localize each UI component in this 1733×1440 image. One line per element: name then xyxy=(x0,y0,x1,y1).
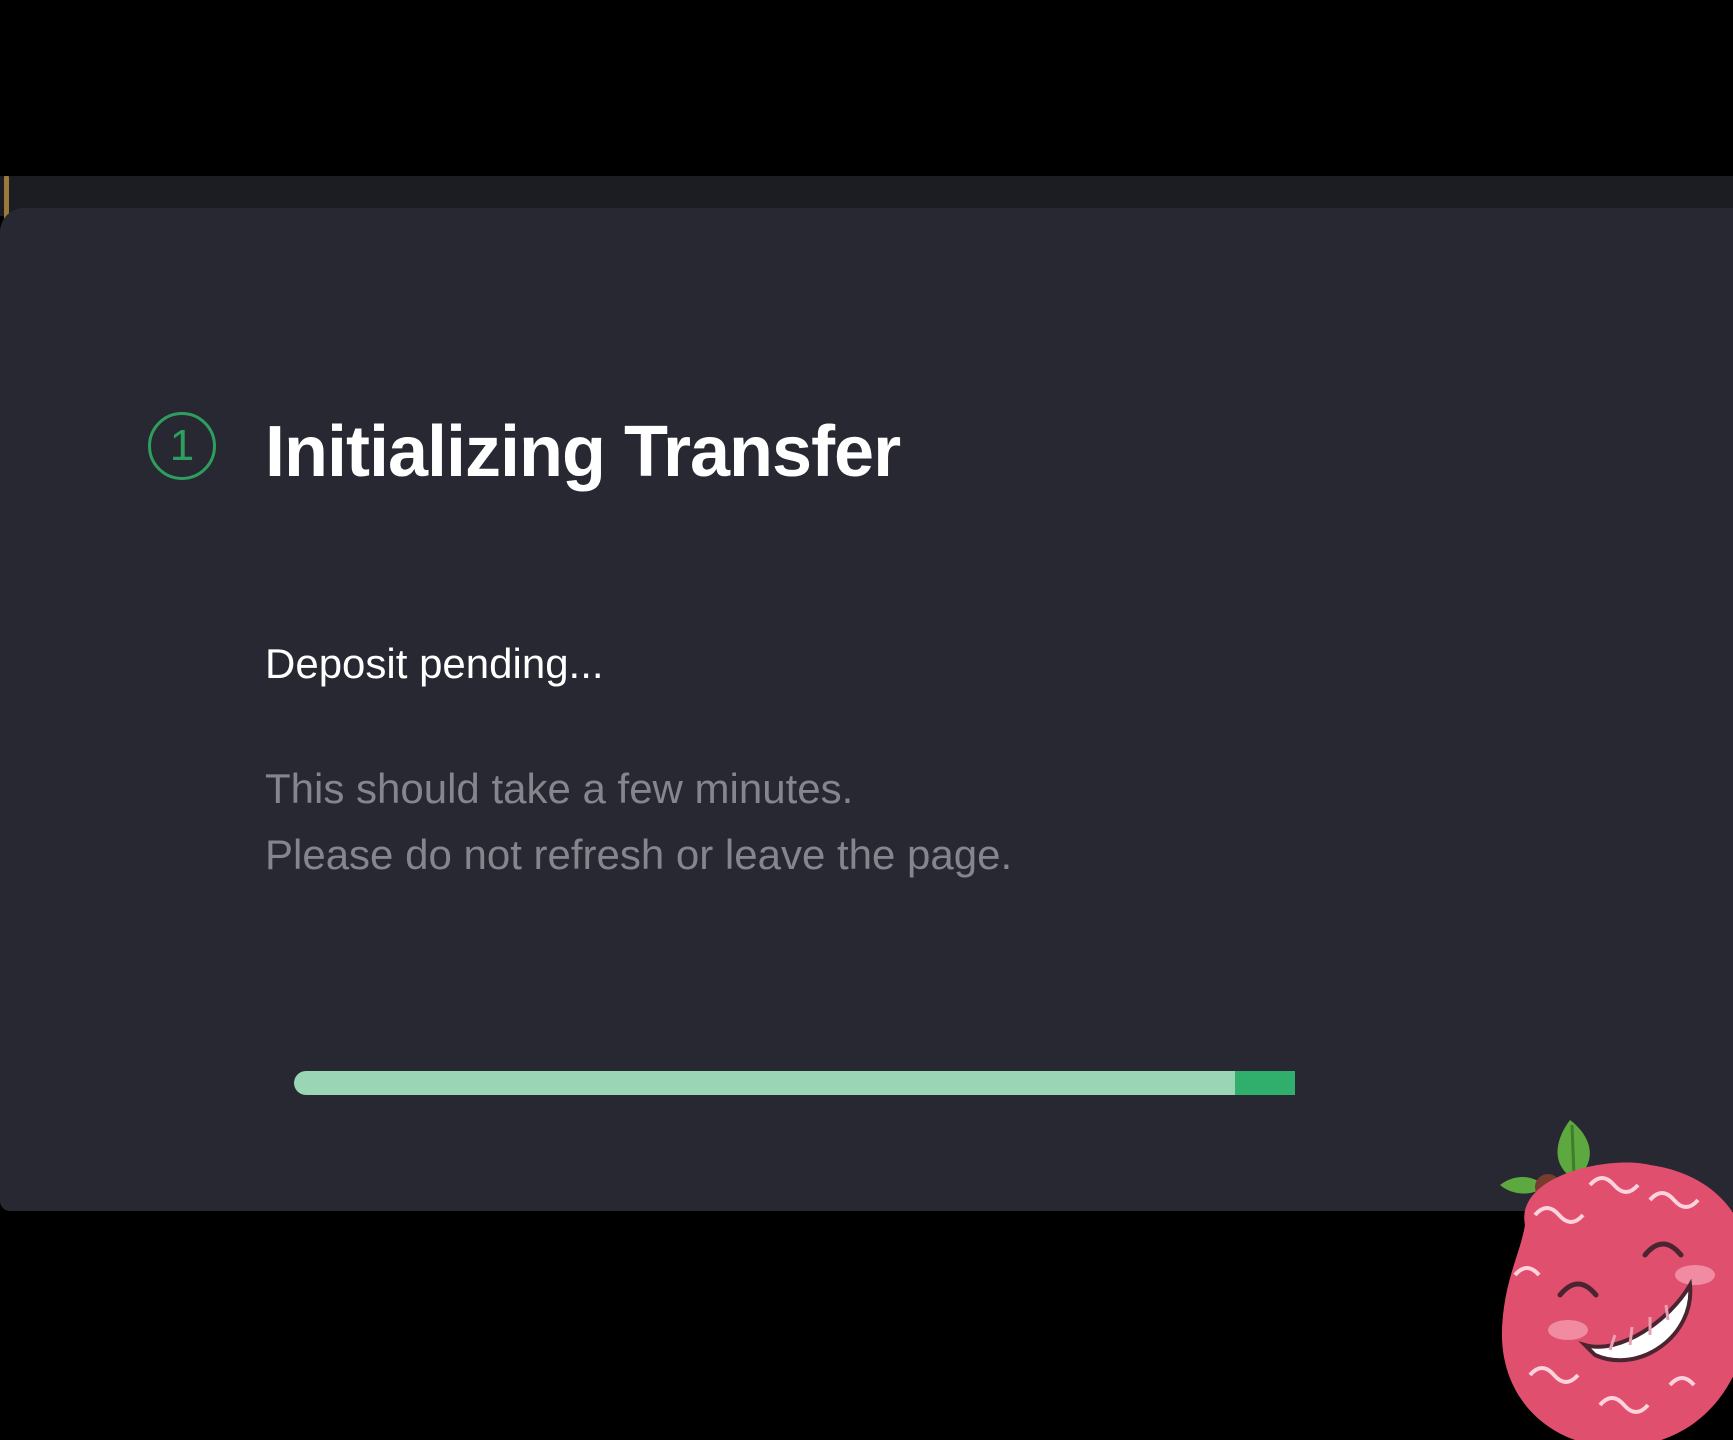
progress-fill xyxy=(294,1071,1235,1095)
transfer-card xyxy=(0,208,1733,1211)
step-number: 1 xyxy=(169,421,195,470)
raspberry-mascot-icon xyxy=(1500,1120,1733,1440)
step-number-icon: 1 xyxy=(148,412,216,480)
status-text: Deposit pending... xyxy=(265,640,604,687)
progress-bar xyxy=(294,1071,1295,1095)
page: 1 Initializing Transfer Deposit pending.… xyxy=(0,0,1733,1440)
page-title: Initializing Transfer xyxy=(265,412,901,492)
note-line-2: Please do not refresh or leave the page. xyxy=(265,831,1013,878)
note-line-1: This should take a few minutes. xyxy=(265,765,854,812)
